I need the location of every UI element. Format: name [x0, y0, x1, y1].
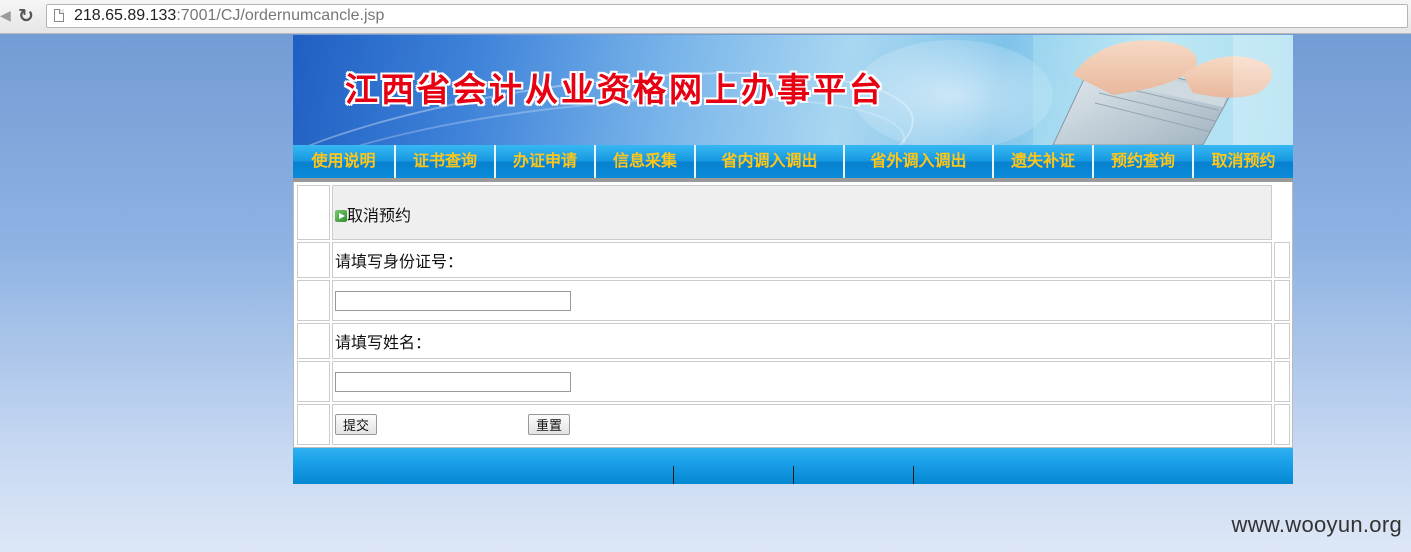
main-nav: 使用说明 证书查询 办证申请 信息采集 省内调入调出 省外调入调出 遗失补证 预… [293, 145, 1293, 178]
name-input-row [296, 361, 1290, 402]
button-row: 提交 重置 [296, 404, 1290, 445]
row-spacer [1274, 185, 1290, 240]
name-input-cell [332, 361, 1272, 402]
nav-item-appointment-query[interactable]: 预约查询 [1094, 145, 1194, 178]
nav-item-info-collection[interactable]: 信息采集 [596, 145, 696, 178]
header-banner: 江西省会计从业资格网上办事平台 [293, 35, 1293, 145]
reset-button[interactable]: 重置 [528, 414, 571, 435]
page-icon [54, 9, 64, 22]
row-spacer [297, 280, 330, 321]
arrow-icon [335, 209, 347, 222]
id-label-row: 请填写身份证号： [296, 242, 1290, 278]
row-spacer [297, 361, 330, 402]
browser-toolbar: ◀ ↻ 218.65.89.133:7001/CJ/ordernumcancle… [0, 0, 1411, 34]
url-text[interactable]: 218.65.89.133:7001/CJ/ordernumcancle.jsp [74, 7, 384, 25]
row-spacer [1274, 242, 1290, 278]
name-input[interactable] [335, 371, 571, 392]
site-title: 江西省会计从业资格网上办事平台 [345, 70, 885, 109]
form-title-text: 取消预约 [347, 205, 412, 225]
url-path: :7001/CJ/ordernumcancle.jsp [176, 7, 385, 24]
id-input-row [296, 280, 1290, 321]
row-spacer [1274, 280, 1290, 321]
row-spacer [297, 242, 330, 278]
row-spacer [1274, 323, 1290, 359]
address-bar[interactable]: 218.65.89.133:7001/CJ/ordernumcancle.jsp [46, 4, 1408, 28]
footer-divider [793, 466, 794, 484]
row-spacer [297, 404, 330, 445]
footer-divider [913, 466, 914, 484]
back-arrow-icon[interactable]: ◀ [0, 8, 11, 24]
nav-item-cancel-appointment[interactable]: 取消预约 [1194, 145, 1293, 178]
id-number-input[interactable] [335, 290, 571, 311]
row-spacer [297, 185, 330, 240]
cancel-appointment-form: 取消预约 请填写身份证号： 请填写姓名： 提交 重置 [293, 182, 1293, 448]
submit-button[interactable]: 提交 [335, 414, 378, 435]
form-title-row: 取消预约 [296, 185, 1290, 240]
form-title-cell: 取消预约 [332, 185, 1272, 240]
row-spacer [1274, 404, 1290, 445]
button-cell: 提交 重置 [332, 404, 1272, 445]
id-label-cell: 请填写身份证号： [332, 242, 1272, 278]
row-spacer [297, 323, 330, 359]
nav-item-lost-reissue[interactable]: 遗失补证 [994, 145, 1094, 178]
row-spacer [1274, 361, 1290, 402]
nav-item-inter-province-transfer[interactable]: 省外调入调出 [845, 145, 994, 178]
name-label-cell: 请填写姓名： [332, 323, 1272, 359]
name-label-row: 请填写姓名： [296, 323, 1290, 359]
footer-bar [293, 448, 1293, 484]
page-container: 江西省会计从业资格网上办事平台 使用说明 证书查询 办证申请 信息采集 省内调入… [293, 35, 1293, 484]
nav-item-intra-province-transfer[interactable]: 省内调入调出 [696, 145, 845, 178]
watermark: www.wooyun.org [1231, 512, 1402, 537]
id-number-label: 请填写身份证号： [335, 252, 464, 271]
id-input-cell [332, 280, 1272, 321]
name-label: 请填写姓名： [335, 333, 432, 352]
laptop-illustration [1033, 35, 1293, 145]
url-host: 218.65.89.133 [74, 7, 177, 24]
reload-icon[interactable]: ↻ [18, 5, 34, 27]
footer-divider [673, 466, 674, 484]
form-title: 取消预约 [333, 202, 411, 226]
nav-item-certificate-query[interactable]: 证书查询 [396, 145, 496, 178]
nav-item-usage-guide[interactable]: 使用说明 [293, 145, 396, 178]
nav-item-certificate-application[interactable]: 办证申请 [496, 145, 596, 178]
